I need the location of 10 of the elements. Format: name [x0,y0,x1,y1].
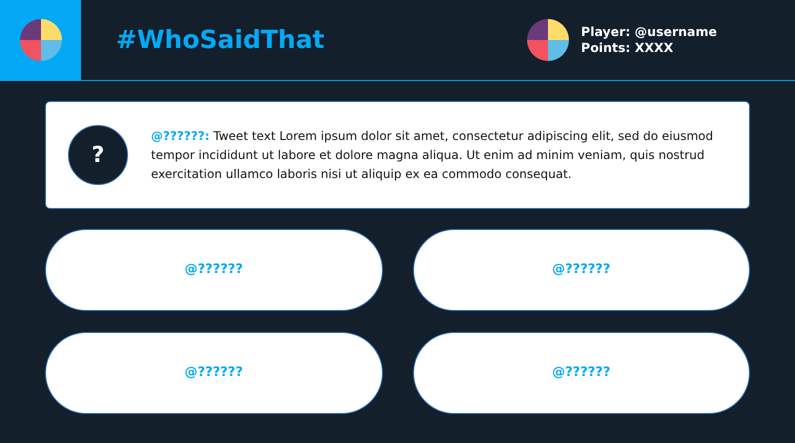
avatar-icon [527,19,570,61]
answer-button[interactable]: @?????? [45,229,382,311]
unknown-author-avatar: ? [68,125,128,185]
app-title: #WhoSaidThat [116,24,325,56]
points-label: Points: XXXX [581,40,674,56]
answer-button[interactable]: @?????? [412,229,750,311]
answer-button[interactable]: @?????? [45,332,382,414]
answer-button[interactable]: @?????? [412,332,750,414]
player-name: Player: @username [581,24,717,40]
tweet-text: @??????: Tweet text Lorem ipsum dolor sit amet, consectetur adipiscing elit, sed do eiusmod tempor incididunt ut labore et dolore magna aliqua. Ut enim ad minim veniam, quis nostrud exercitation ullamco laboris nisi ut aliquip ex ea commodo consequat. [151,128,714,182]
